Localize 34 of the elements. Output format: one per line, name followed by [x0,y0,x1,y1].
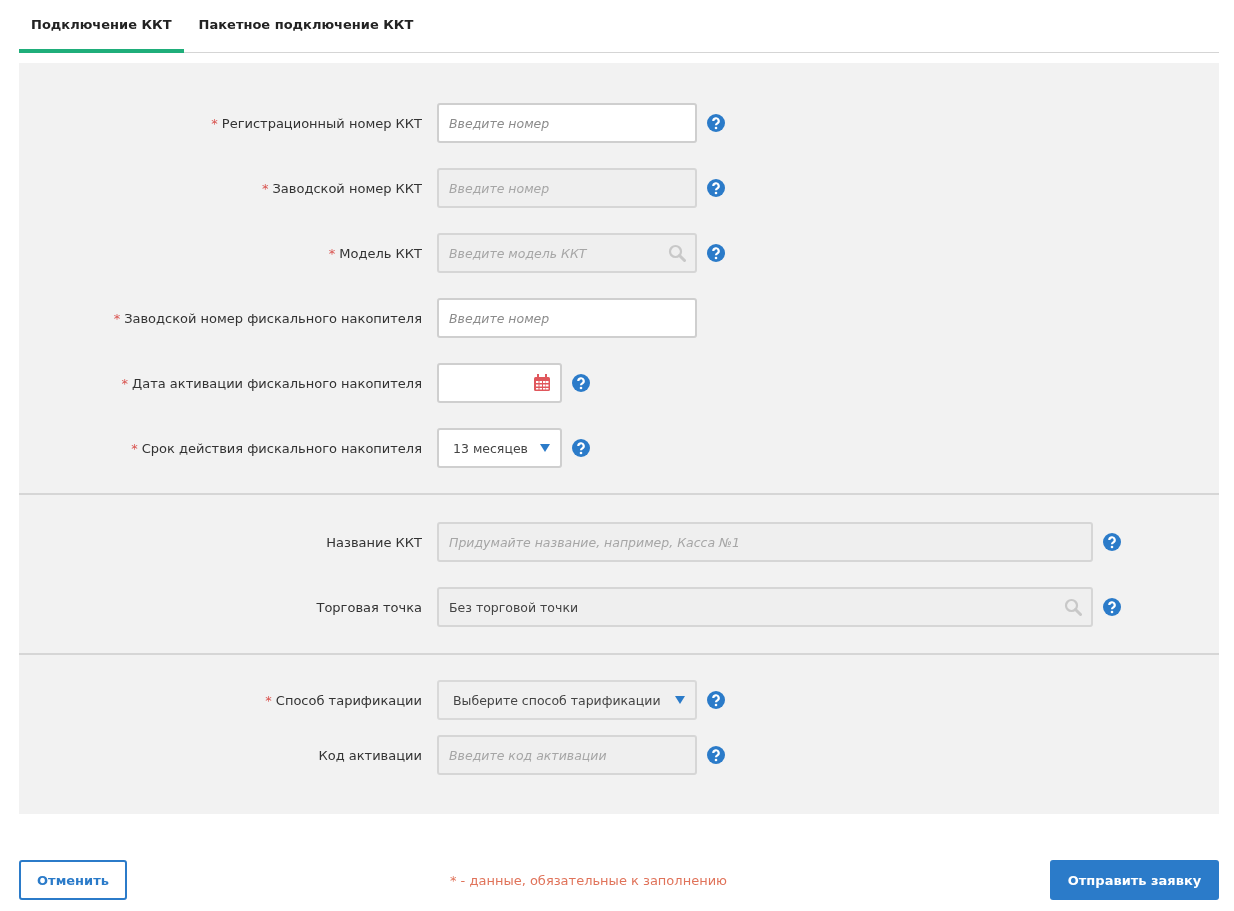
field-label: Торговая точка [316,599,422,615]
cancel-button[interactable]: Отменить [19,860,127,900]
submit-button[interactable]: Отправить заявку [1050,860,1219,900]
help-icon[interactable] [707,114,725,132]
date-field[interactable] [437,363,562,403]
required-asterisk: * [211,115,218,131]
field-label: Дата активации фискального накопителя [132,375,422,391]
help-icon[interactable] [572,374,590,392]
search-icon [1064,598,1082,616]
required-asterisk: * [328,245,336,261]
help-icon[interactable] [572,439,590,457]
input-field[interactable]: Введите номер [437,103,697,143]
caret-icon [675,696,685,704]
field-label: Код активации [318,747,422,763]
calendar-icon [533,374,551,392]
field-label: Способ тарификации [275,692,422,708]
tab[interactable]: Подключение ККТ [19,0,184,53]
field-label: Срок действия фискального накопителя [141,440,422,456]
search-icon [668,244,686,262]
field-label: Регистрационный номер ККТ [221,115,422,131]
field-label: Заводской номер фискального накопителя [124,310,422,326]
required-asterisk: * [262,180,269,196]
required-asterisk: * [265,692,272,708]
required-asterisk: * [121,375,129,391]
field-label: Заводской номер ККТ [272,180,422,196]
input-field[interactable]: Введите номер [437,298,697,338]
required-asterisk: * [131,440,138,456]
field-label: Название ККТ [326,534,422,550]
required-note: * - данные, обязательные к заполнению [449,872,728,888]
required-asterisk: * [113,310,121,326]
caret-icon [540,444,550,452]
field-label: Модель ККТ [339,245,422,261]
dropdown[interactable]: 13 месяцев [437,428,562,468]
tab[interactable]: Пакетное подключение ККТ [183,0,426,53]
